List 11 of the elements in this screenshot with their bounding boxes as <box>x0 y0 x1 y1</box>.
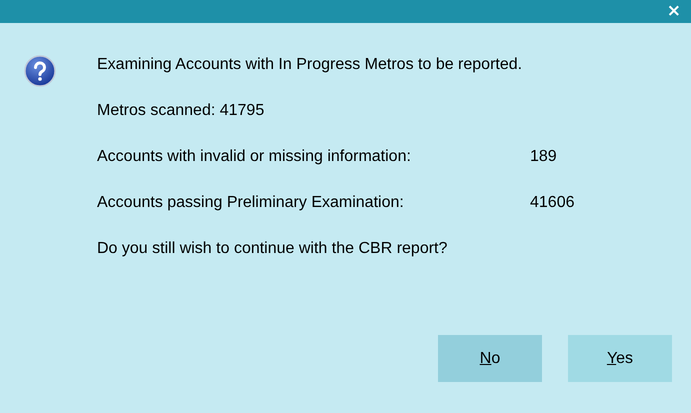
info-label: Accounts passing Preliminary Examination: <box>97 194 405 212</box>
info-value: 41606 <box>530 194 574 212</box>
dialog-button[interactable]: Yes <box>568 335 672 382</box>
close-button[interactable]: × <box>666 3 681 20</box>
question-text: Do you still wish to continue with the CBR report? <box>97 240 448 258</box>
message-text: Examining Accounts with In Progress Metros to be reported. <box>97 56 524 74</box>
info-label: Metros scanned: 41795 <box>97 102 266 120</box>
info-label: Accounts with invalid or missing information: <box>97 148 412 166</box>
dialog-button[interactable]: No <box>438 335 542 382</box>
question-icon <box>24 55 56 87</box>
info-value: 189 <box>530 148 557 166</box>
